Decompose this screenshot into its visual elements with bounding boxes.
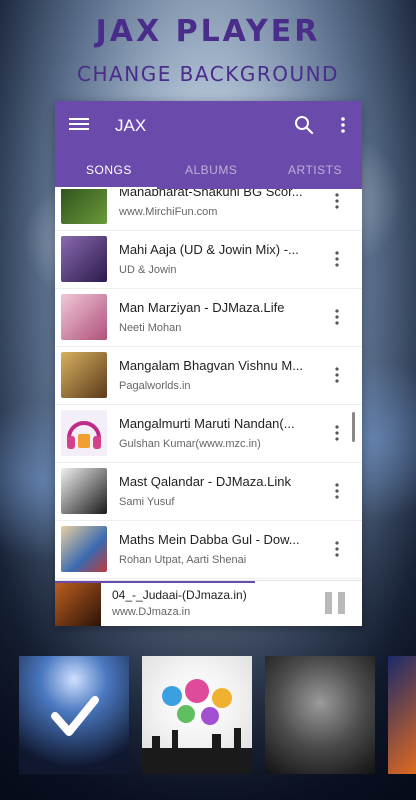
list-item[interactable]: Mast Qalandar - DJMaza.Link Sami Yusuf bbox=[55, 463, 362, 521]
song-artist: www.MirchiFun.com bbox=[119, 206, 218, 218]
more-vert-icon[interactable] bbox=[331, 191, 343, 211]
song-artist: Sami Yusuf bbox=[119, 496, 175, 508]
phone-screen: JAX SONGS ALBUMS ARTISTS Mahabharat-Shak… bbox=[55, 101, 362, 626]
search-icon[interactable] bbox=[293, 114, 315, 136]
tab-albums[interactable]: ALBUMS bbox=[185, 163, 237, 177]
background-option-dancers[interactable] bbox=[142, 656, 252, 774]
tab-songs[interactable]: SONGS bbox=[86, 163, 132, 177]
album-art bbox=[61, 294, 107, 340]
toolbar: JAX SONGS ALBUMS ARTISTS bbox=[55, 101, 362, 189]
song-title: Mast Qalandar - DJMaza.Link bbox=[119, 474, 291, 489]
list-item[interactable]: Man Marziyan - DJMaza.Life Neeti Mohan bbox=[55, 289, 362, 347]
background-option-party[interactable] bbox=[265, 656, 375, 774]
song-list[interactable]: Mahabharat-Shakuni BG Scor... www.Mirchi… bbox=[55, 189, 362, 580]
pause-icon[interactable] bbox=[325, 592, 345, 614]
song-artist: Neeti Mohan bbox=[119, 322, 182, 334]
more-vert-icon[interactable] bbox=[331, 307, 343, 327]
song-artist: UD & Jowin bbox=[119, 264, 177, 276]
checkmark-icon bbox=[51, 696, 99, 736]
song-title: Mahi Aaja (UD & Jowin Mix) -... bbox=[119, 242, 299, 257]
headphones-icon bbox=[67, 421, 101, 449]
playback-progress bbox=[55, 581, 255, 583]
hamburger-menu-icon[interactable] bbox=[69, 115, 89, 135]
song-artist: Gulshan Kumar(www.mzc.in) bbox=[119, 438, 261, 450]
background-option-concert[interactable] bbox=[19, 656, 129, 774]
toolbar-title: JAX bbox=[115, 116, 147, 135]
app-title: JAX PLAYER bbox=[95, 14, 321, 49]
album-art bbox=[61, 189, 107, 224]
list-item[interactable]: Mahabharat-Shakuni BG Scor... www.Mirchi… bbox=[55, 189, 362, 231]
screen-subtitle: CHANGE BACKGROUND bbox=[77, 62, 339, 86]
now-playing-title: 04_-_Judaai-(DJmaza.in) bbox=[112, 588, 247, 602]
song-title: Mangalam Bhagvan Vishnu M... bbox=[119, 358, 304, 373]
background-picker bbox=[0, 656, 416, 774]
more-vert-icon[interactable] bbox=[331, 481, 343, 501]
tab-artists[interactable]: ARTISTS bbox=[288, 163, 342, 177]
more-vert-icon[interactable] bbox=[335, 114, 351, 136]
more-vert-icon[interactable] bbox=[331, 539, 343, 559]
list-item[interactable]: Mangalmurti Maruti Nandan(... Gulshan Ku… bbox=[55, 405, 362, 463]
song-title: Mahabharat-Shakuni BG Scor... bbox=[119, 189, 303, 199]
more-vert-icon[interactable] bbox=[331, 423, 343, 443]
album-art bbox=[55, 581, 101, 626]
song-title: Mangalmurti Maruti Nandan(... bbox=[119, 416, 295, 431]
list-item[interactable]: Mahi Aaja (UD & Jowin Mix) -... UD & Jow… bbox=[55, 231, 362, 289]
now-playing-bar[interactable]: 04_-_Judaai-(DJmaza.in) www.DJmaza.in bbox=[55, 580, 362, 626]
song-title: Maths Mein Dabba Gul - Dow... bbox=[119, 532, 300, 547]
now-playing-artist: www.DJmaza.in bbox=[112, 606, 191, 618]
album-art bbox=[61, 468, 107, 514]
song-title: Man Marziyan - DJMaza.Life bbox=[119, 300, 285, 315]
list-item[interactable]: Mangalam Bhagvan Vishnu M... Pagalworlds… bbox=[55, 347, 362, 405]
background-option-neon[interactable] bbox=[388, 656, 416, 774]
more-vert-icon[interactable] bbox=[331, 365, 343, 385]
album-art bbox=[61, 352, 107, 398]
list-item[interactable]: Maths Mein Dabba Gul - Dow... Rohan Utpa… bbox=[55, 521, 362, 579]
more-vert-icon[interactable] bbox=[331, 249, 343, 269]
song-artist: Pagalworlds.in bbox=[119, 380, 191, 392]
album-art bbox=[61, 410, 107, 456]
song-artist: Rohan Utpat, Aarti Shenai bbox=[119, 554, 247, 566]
dancers-illustration bbox=[142, 679, 252, 774]
album-art bbox=[61, 526, 107, 572]
tab-bar: SONGS ALBUMS ARTISTS bbox=[55, 157, 362, 189]
scrollbar[interactable] bbox=[352, 412, 355, 442]
album-art bbox=[61, 236, 107, 282]
